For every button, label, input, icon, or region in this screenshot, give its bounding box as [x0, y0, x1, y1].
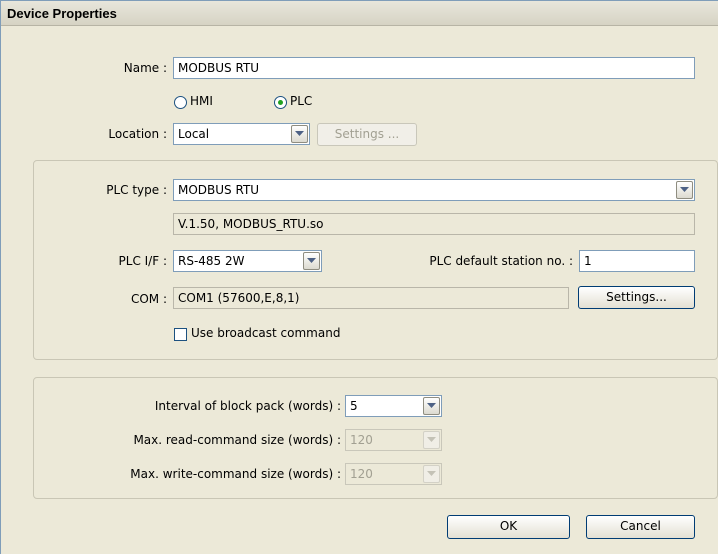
interval-select[interactable]: 5 — [345, 395, 442, 417]
read-size-select[interactable]: 120 — [345, 429, 442, 451]
chevron-down-icon[interactable] — [676, 181, 693, 199]
location-label: Location : — [108, 127, 167, 141]
chevron-down-icon[interactable] — [303, 252, 320, 270]
read-size-label: Max. read-command size (words) : — [133, 433, 341, 447]
interval-select-value: 5 — [350, 399, 358, 413]
plc-radio-label: PLC — [290, 94, 313, 108]
write-size-label: Max. write-command size (words) : — [130, 467, 341, 481]
write-size-select[interactable]: 120 — [345, 463, 442, 485]
write-size-select-value: 120 — [350, 467, 373, 481]
title-bar: Device Properties — [1, 1, 718, 26]
plc-if-select-value: RS-485 2W — [178, 254, 245, 268]
radio-selected-dot — [278, 100, 283, 105]
chevron-down-icon[interactable] — [423, 397, 440, 415]
station-label: PLC default station no. : — [429, 254, 573, 268]
interval-label: Interval of block pack (words) : — [154, 399, 341, 413]
location-settings-button[interactable]: Settings ... — [317, 123, 417, 146]
broadcast-checkbox[interactable] — [174, 328, 187, 341]
station-number-input[interactable]: 1 — [579, 250, 695, 272]
location-select-value: Local — [178, 127, 210, 141]
read-size-select-value: 120 — [350, 433, 373, 447]
location-select[interactable]: Local — [173, 123, 310, 145]
name-label: Name : — [123, 61, 167, 75]
plc-type-label: PLC type : — [106, 183, 167, 197]
window-title: Device Properties — [7, 6, 117, 21]
com-label: COM : — [130, 292, 167, 306]
driver-version-field: V.1.50, MODBUS_RTU.so — [173, 213, 695, 235]
com-field: COM1 (57600,E,8,1) — [173, 287, 569, 309]
chevron-down-icon[interactable] — [423, 431, 440, 449]
ok-button[interactable]: OK — [447, 515, 570, 539]
plc-type-select[interactable]: MODBUS RTU — [173, 179, 695, 201]
cancel-button[interactable]: Cancel — [586, 515, 695, 539]
plc-if-label: PLC I/F : — [118, 254, 167, 268]
plc-if-select[interactable]: RS-485 2W — [173, 250, 322, 272]
name-input[interactable]: MODBUS RTU — [173, 57, 695, 79]
plc-type-select-value: MODBUS RTU — [178, 183, 260, 197]
hmi-radio[interactable] — [174, 96, 187, 109]
chevron-down-icon[interactable] — [291, 125, 308, 143]
broadcast-checkbox-label: Use broadcast command — [191, 326, 341, 340]
hmi-radio-label: HMI — [190, 94, 213, 108]
device-properties-dialog: Device Properties Name : MODBUS RTU HMI … — [0, 0, 718, 554]
plc-radio[interactable] — [274, 96, 287, 109]
chevron-down-icon[interactable] — [423, 465, 440, 483]
com-settings-button[interactable]: Settings... — [578, 286, 695, 309]
